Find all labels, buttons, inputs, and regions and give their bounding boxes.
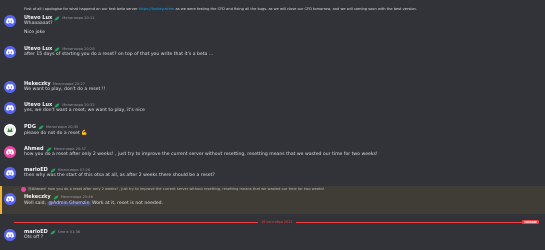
leaf-icon <box>46 147 52 151</box>
message-text: Well said, @Admin Ghomzin Work at it, re… <box>24 201 163 207</box>
reply-avatar <box>21 187 26 192</box>
leaf-icon <box>50 230 56 234</box>
timestamp: Опп в 01:36 <box>57 230 81 234</box>
message-text: how you do a reset after only 2 weeks! ,… <box>24 152 378 157</box>
message-link[interactable]: https://funkey.akhm <box>139 7 175 11</box>
username[interactable]: Hekeczky <box>24 194 51 200</box>
discord-avatar[interactable] <box>4 81 16 93</box>
leaf-icon <box>54 47 60 51</box>
pdg-avatar[interactable] <box>4 124 16 136</box>
message-text: We want to play, don't do a reset !! <box>24 87 106 92</box>
message-text: First of all i apologise for what happen… <box>24 7 139 11</box>
message-text: then why was the start of this otsa at a… <box>24 173 215 178</box>
discord-avatar[interactable] <box>4 229 16 241</box>
leaf-icon <box>53 195 59 199</box>
discord-avatar[interactable] <box>4 15 16 27</box>
reply-spine-icon <box>14 187 19 192</box>
message-text: Ots off ? <box>24 235 44 240</box>
message-text: after 15 days of starting you do a reset… <box>24 52 214 57</box>
divider-date: 16 сентября 2022 <box>258 219 296 224</box>
discord-avatar[interactable] <box>4 193 16 205</box>
reply-username[interactable]: @Ahmed <box>28 187 46 192</box>
reply-text: how you do a reset after only 2 weeks! ,… <box>47 187 325 191</box>
reply-preview[interactable]: @Ahmed how you do a reset after only 2 w… <box>14 187 324 192</box>
leaf-icon <box>54 16 60 20</box>
timestamp: Мелигиора 20:11 <box>62 16 95 20</box>
message-text-content: Work at it, reset is not needed. <box>90 201 164 206</box>
leaf-icon <box>54 103 60 107</box>
message-text: please do not do a reset 💪 <box>24 130 87 137</box>
message-text-content: please do not do a reset <box>24 131 80 136</box>
chat-messages: First of all i apologise for what happen… <box>0 0 545 250</box>
flexed-biceps-icon: 💪 <box>81 130 88 136</box>
timestamp: Мелигиора 20:46 <box>60 195 93 199</box>
message-text: yes, we don't want a reset, we want to p… <box>24 108 145 113</box>
discord-avatar[interactable] <box>4 146 16 158</box>
discord-avatar[interactable] <box>4 102 16 114</box>
discord-avatar[interactable] <box>4 46 16 58</box>
discord-avatar[interactable] <box>4 167 16 179</box>
message-text: Whaaaaaat? <box>24 21 53 26</box>
new-badge[interactable]: НОВЫЕ <box>522 219 539 225</box>
message-text: Nice joke <box>24 30 45 35</box>
message-text: as we were testing the CFD and fixing al… <box>174 7 417 11</box>
message-text-continued: First of all i apologise for what happen… <box>24 6 417 12</box>
leaf-icon <box>50 168 56 172</box>
user-mention[interactable]: @Admin Ghomzin <box>47 201 91 206</box>
leaf-icon <box>38 125 44 129</box>
message-text-content: Well said, <box>24 201 48 206</box>
